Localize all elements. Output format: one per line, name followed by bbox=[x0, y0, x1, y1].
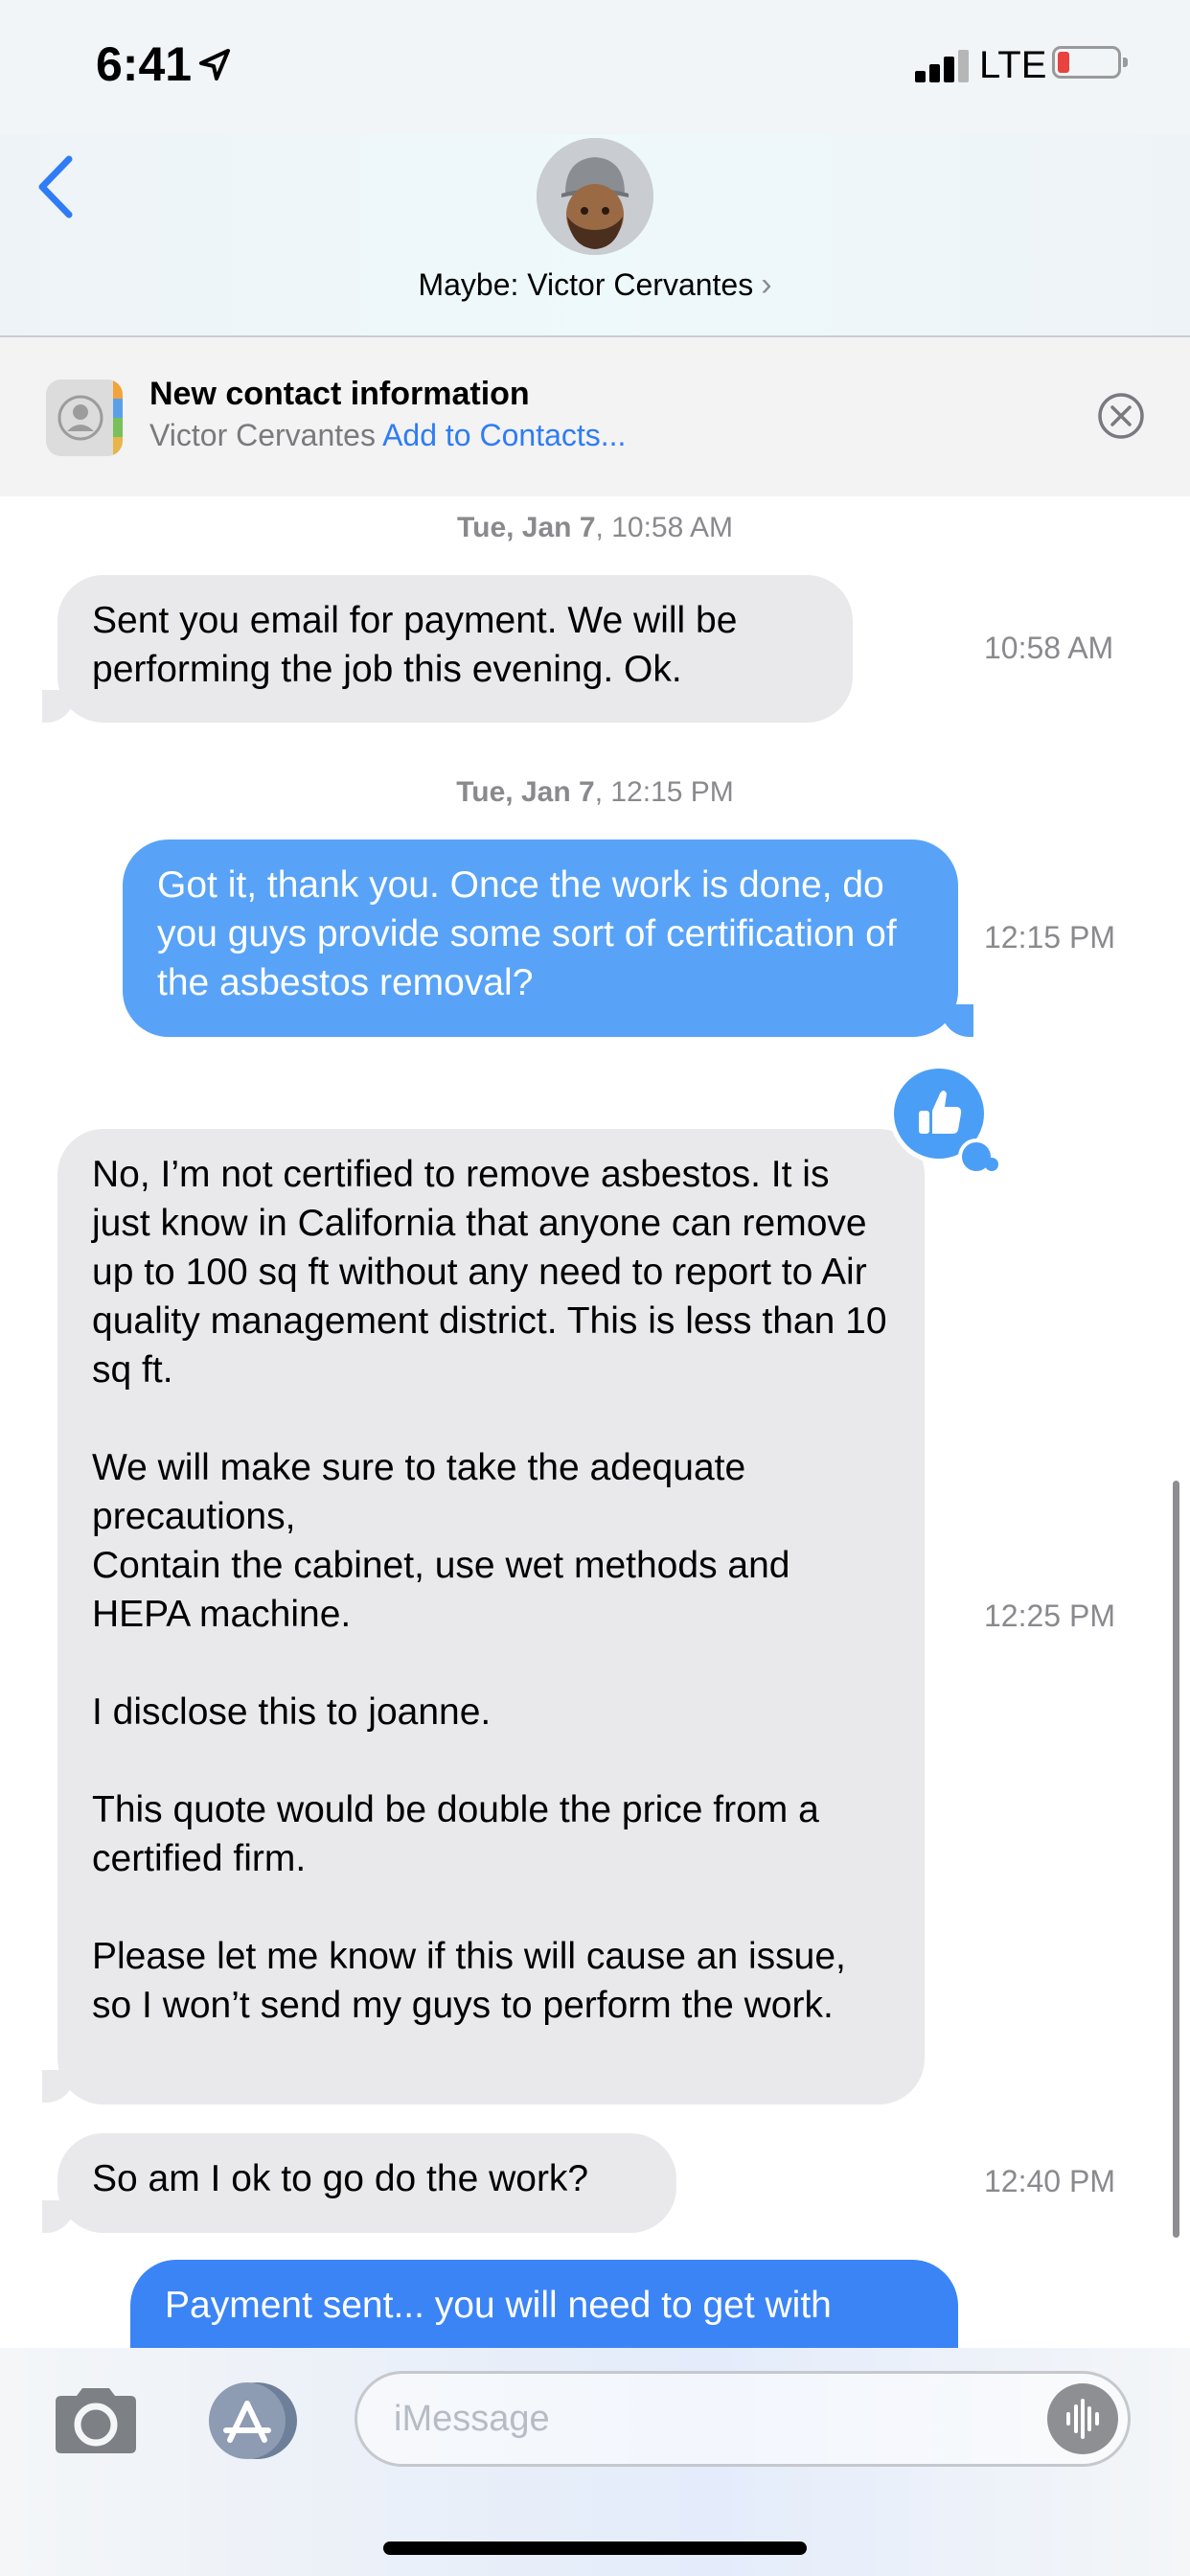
audio-record-button[interactable] bbox=[1047, 2383, 1118, 2454]
banner-contact-name: Victor Cervantes bbox=[149, 418, 376, 452]
received-message[interactable]: So am I ok to go do the work? bbox=[57, 2133, 676, 2233]
imessage-placeholder: iMessage bbox=[394, 2399, 550, 2439]
banner-subtitle: Victor Cervantes Add to Contacts... bbox=[149, 418, 626, 453]
back-chevron-icon[interactable] bbox=[33, 153, 80, 220]
add-to-contacts-link[interactable]: Add to Contacts... bbox=[382, 418, 626, 452]
avatar[interactable] bbox=[537, 138, 653, 255]
scroll-indicator[interactable] bbox=[1173, 1481, 1179, 2238]
battery-icon bbox=[1052, 46, 1128, 79]
contact-name[interactable]: Maybe: Victor Cervantes › bbox=[0, 266, 1190, 304]
message-time: 12:25 PM bbox=[984, 1598, 1115, 1633]
chevron-right-icon: › bbox=[761, 266, 772, 303]
timestamp-header: Tue, Jan 7, 12:15 PM bbox=[456, 776, 734, 808]
contacts-icon bbox=[46, 380, 123, 456]
location-arrow-icon bbox=[199, 49, 230, 80]
signal-icon bbox=[915, 48, 973, 82]
tapback-dot bbox=[985, 1158, 998, 1171]
status-time: 6:41 bbox=[96, 37, 193, 91]
network-label: LTE bbox=[979, 44, 1047, 86]
received-message[interactable]: No, I’m not certified to remove asbestos… bbox=[57, 1129, 925, 2104]
message-time: 12:15 PM bbox=[984, 920, 1115, 954]
new-contact-banner: New contact information Victor Cervantes… bbox=[0, 337, 1190, 496]
received-message[interactable]: Sent you email for payment. We will be p… bbox=[57, 575, 853, 723]
conversation-header: Maybe: Victor Cervantes › bbox=[0, 134, 1190, 337]
memoji-icon bbox=[537, 138, 653, 255]
message-time: 12:40 PM bbox=[984, 2164, 1115, 2198]
message-time: 10:58 AM bbox=[984, 631, 1114, 665]
app-store-icon[interactable] bbox=[201, 2380, 301, 2461]
timestamp-header: Tue, Jan 7, 10:58 AM bbox=[457, 512, 733, 543]
banner-title: New contact information bbox=[149, 376, 530, 412]
sent-message[interactable]: Got it, thank you. Once the work is done… bbox=[123, 840, 958, 1037]
audio-waveform-icon bbox=[1066, 2399, 1099, 2439]
camera-icon[interactable] bbox=[50, 2384, 142, 2457]
close-icon[interactable] bbox=[1096, 391, 1146, 441]
status-bar: 6:41 LTE bbox=[0, 0, 1190, 134]
home-indicator[interactable] bbox=[383, 2542, 807, 2555]
imessage-input[interactable]: iMessage bbox=[355, 2371, 1131, 2467]
